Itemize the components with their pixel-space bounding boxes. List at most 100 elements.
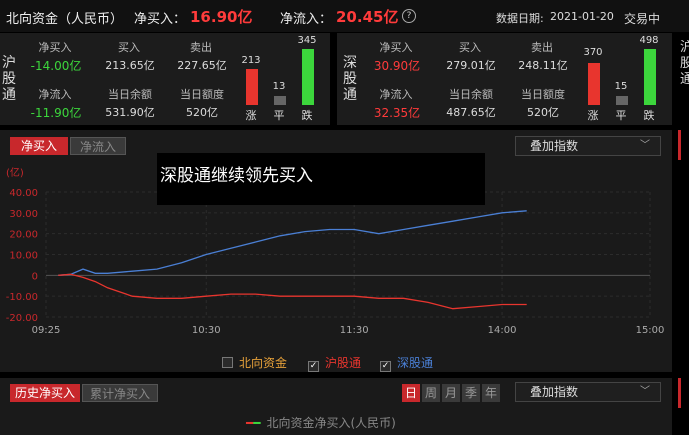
sz-net-buy-value: 30.90亿	[373, 59, 421, 73]
period-quarter[interactable]: 季	[462, 384, 480, 402]
intraday-chart-panel: 净买入 净流入 叠加指数 ﹀ (亿) 40.00 30.00 20.00 10.00 0 -…	[0, 130, 672, 372]
y-tick-label: 0	[32, 271, 38, 282]
sz-down-label: 跌	[643, 109, 655, 122]
sh-net-buy-label: 净买入	[38, 41, 72, 54]
sz-quota-value: 520亿	[527, 106, 559, 119]
bottom-overlay-index-dropdown[interactable]: 叠加指数 ﹀	[515, 382, 661, 402]
sh-flat-bar	[274, 96, 286, 105]
net-inflow-label: 净流入：	[280, 12, 333, 27]
right-clipped-label: 沪股通	[680, 40, 689, 87]
sz-down-bar	[644, 49, 656, 105]
y-tick-label: 30.00	[9, 209, 38, 220]
sh-net-buy-value: -14.00亿	[30, 59, 82, 73]
tab-history-net-buy[interactable]: 历史净买入	[10, 384, 80, 402]
sh-down-label: 跌	[301, 109, 313, 122]
sz-buy-value: 279.01亿	[446, 59, 496, 72]
sh-net-inflow-value: -11.90亿	[30, 106, 82, 120]
right-edge-marker-bottom	[678, 378, 681, 408]
sh-flat-count: 13	[272, 81, 286, 92]
sz-up-count: 370	[583, 47, 603, 58]
sz-panel-title: 深股通	[343, 55, 357, 103]
history-panel: 历史净买入 累计净买入 日 周 月 季 年 叠加指数 ﹀ ━━ 北向资金净买入(人…	[0, 378, 672, 435]
sz-down-count: 498	[639, 35, 659, 46]
x-tick-label: 14:00	[488, 325, 517, 336]
sz-sell-value: 248.11亿	[518, 59, 568, 72]
net-buy-label: 净买入：	[134, 12, 187, 27]
sz-connect-panel: 深股通 净买入 30.90亿 净流入 32.35亿 买入 279.01亿 卖出 …	[337, 33, 672, 125]
x-tick-label: 09:25	[32, 325, 61, 336]
sh-quota-value: 520亿	[186, 106, 218, 119]
tab-cumulative-net-buy[interactable]: 累计净买入	[82, 384, 158, 402]
sz-balance-value: 487.65亿	[446, 106, 496, 119]
legend-sh-checkbox[interactable]: ✓	[308, 361, 319, 372]
annotation-text: 深股通继续领先买入	[160, 166, 313, 186]
legend-sh-label: 沪股通	[325, 356, 362, 370]
sz-buy-label: 买入	[459, 41, 481, 54]
bottom-legend: ━━ 北向资金净买入(人民币)	[246, 414, 396, 431]
y-tick-label: -20.00	[6, 313, 38, 324]
sz-net-inflow-label: 净流入	[379, 88, 413, 101]
x-tick-label: 10:30	[192, 325, 221, 336]
sh-connect-panel: 沪股通 净买入 -14.00亿 净流入 -11.90亿 买入 213.65亿 卖…	[0, 33, 330, 125]
legend-sz-checkbox[interactable]: ✓	[380, 361, 391, 372]
date-label: 数据日期:	[496, 12, 544, 25]
trading-status: 交易中	[624, 12, 661, 26]
sh-panel-title: 沪股通	[2, 55, 16, 103]
tab-net-buy[interactable]: 净买入	[10, 137, 68, 155]
y-tick-label: -10.00	[6, 292, 38, 303]
date-value: 2021-01-20	[550, 10, 614, 23]
sz-flat-label: 平	[615, 109, 627, 122]
period-month[interactable]: 月	[442, 384, 460, 402]
legend-sh[interactable]: ✓ 沪股通	[308, 354, 361, 372]
overlay-index-dropdown[interactable]: 叠加指数 ﹀	[515, 136, 661, 156]
sh-sell-value: 227.65亿	[177, 59, 227, 72]
sh-buy-value: 213.65亿	[105, 59, 155, 72]
sh-sell-label: 卖出	[190, 41, 212, 54]
page-title: 北向资金（人民币）	[6, 12, 124, 27]
sz-net-buy-label: 净买入	[379, 41, 413, 54]
sz-flat-count: 15	[614, 81, 628, 92]
sh-quota-label: 当日额度	[180, 88, 224, 101]
period-week[interactable]: 周	[422, 384, 440, 402]
legend-sz-label: 深股通	[397, 356, 434, 370]
chevron-down-icon: ﹀	[640, 386, 650, 397]
legend-north-label: 北向资金	[239, 356, 288, 370]
sh-balance-label: 当日余额	[108, 88, 152, 101]
help-icon[interactable]: ?	[402, 9, 416, 23]
sz-quota-label: 当日额度	[521, 88, 565, 101]
bottom-legend-label: 北向资金净买入(人民币)	[266, 416, 396, 430]
period-day[interactable]: 日	[402, 384, 420, 402]
right-edge-marker	[678, 130, 681, 160]
bottom-overlay-index-label: 叠加指数	[530, 385, 579, 399]
sz-balance-label: 当日余额	[449, 88, 493, 101]
legend-dash-green: ━	[253, 416, 261, 430]
sh-series-line	[58, 273, 527, 310]
net-buy-value: 16.90亿	[190, 8, 253, 26]
header-bar: 北向资金（人民币） 净买入： 16.90亿 净流入： 20.45亿 ? 数据日期…	[0, 0, 689, 32]
sh-up-bar	[246, 69, 258, 105]
y-tick-label: 40.00	[9, 188, 38, 199]
sh-up-label: 涨	[245, 109, 257, 122]
net-inflow-value: 20.45亿	[336, 8, 399, 26]
legend-north-checkbox[interactable]	[222, 357, 233, 368]
x-tick-label: 11:30	[340, 325, 369, 336]
sz-net-inflow-value: 32.35亿	[373, 106, 421, 120]
y-tick-label: 10.00	[9, 251, 38, 262]
y-axis-unit: (亿)	[6, 166, 24, 179]
sh-down-bar	[302, 49, 314, 105]
sz-up-label: 涨	[587, 109, 599, 122]
sz-sell-label: 卖出	[531, 41, 553, 54]
legend-sz[interactable]: ✓ 深股通	[380, 354, 433, 372]
tab-net-inflow[interactable]: 净流入	[70, 137, 126, 155]
sh-net-inflow-label: 净流入	[38, 88, 72, 101]
overlay-index-label: 叠加指数	[530, 139, 579, 153]
legend-north[interactable]: 北向资金	[222, 354, 287, 371]
sz-flat-bar	[616, 96, 628, 105]
sh-buy-label: 买入	[118, 41, 140, 54]
sh-balance-value: 531.90亿	[105, 106, 155, 119]
sh-up-count: 213	[241, 55, 261, 66]
period-year[interactable]: 年	[482, 384, 500, 402]
sh-down-count: 345	[297, 35, 317, 46]
sh-flat-label: 平	[273, 109, 285, 122]
sz-series-line	[58, 210, 527, 276]
